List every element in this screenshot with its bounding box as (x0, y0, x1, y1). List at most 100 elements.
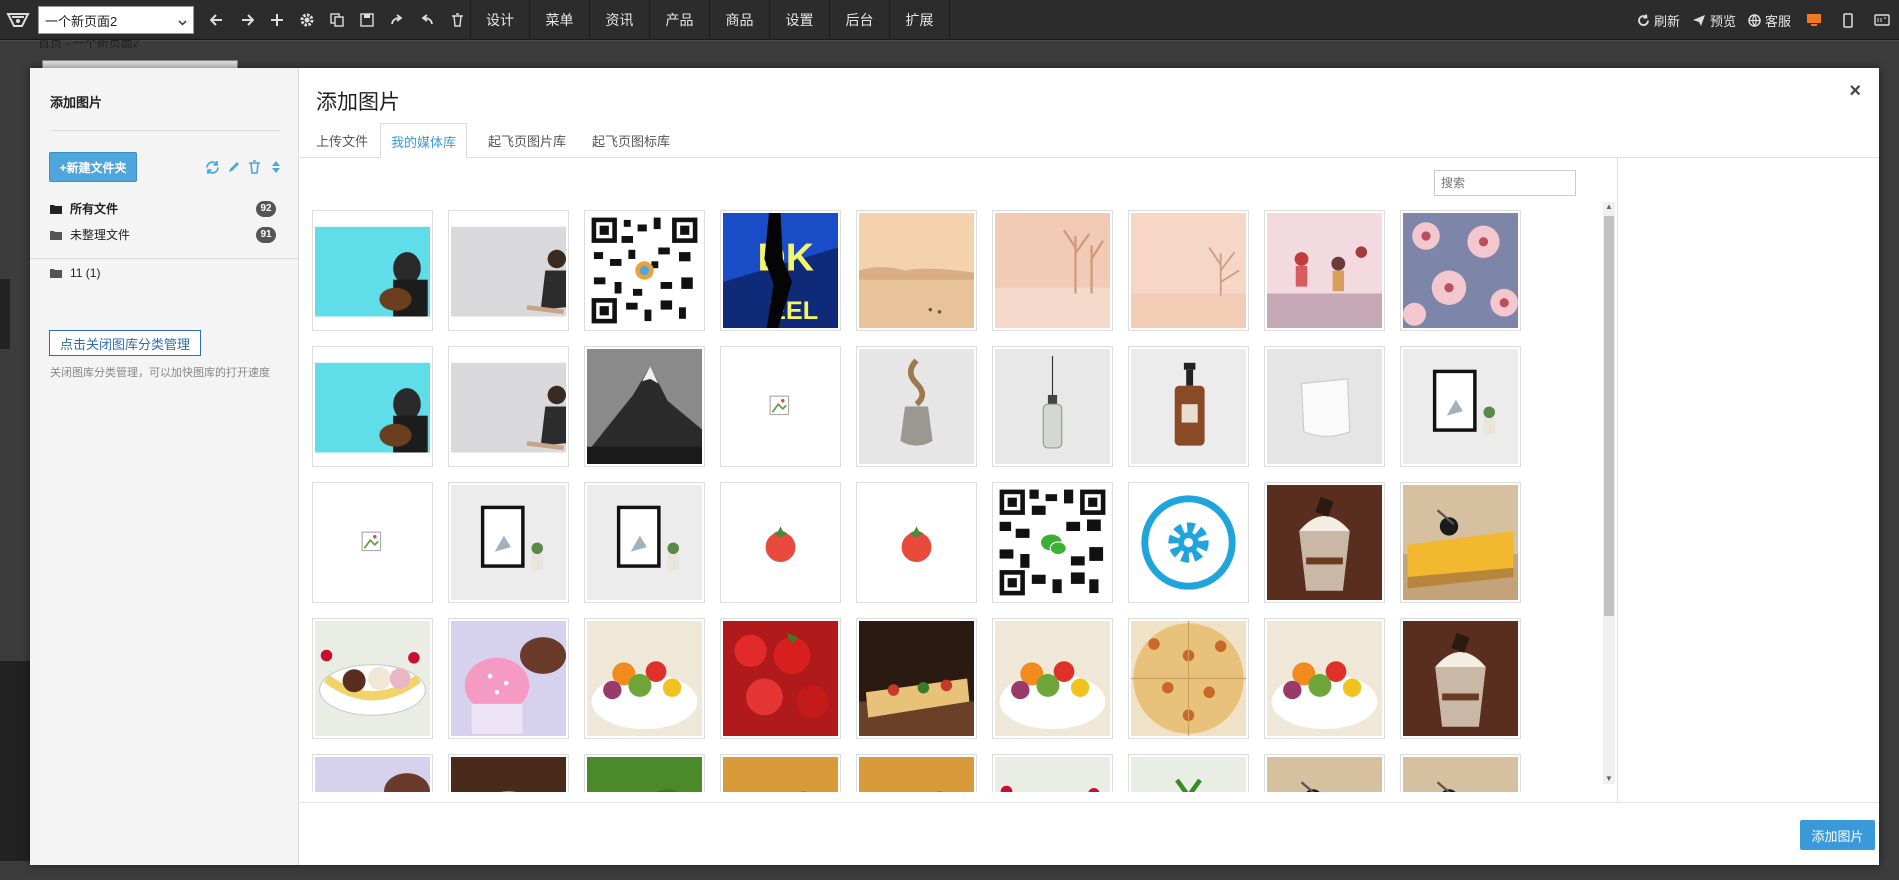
save-icon[interactable] (352, 0, 382, 40)
salad-image (587, 621, 702, 736)
media-thumbnail[interactable] (1264, 346, 1385, 467)
tab-upload[interactable]: 上传文件 (306, 123, 378, 158)
media-thumbnail[interactable] (720, 482, 841, 603)
media-thumbnail[interactable] (992, 346, 1113, 467)
menu-backend[interactable]: 后台 (830, 0, 890, 40)
folder-unsorted[interactable]: 未整理文件 91 (50, 226, 288, 243)
trash-icon[interactable] (246, 158, 263, 176)
redo-icon[interactable] (382, 0, 412, 40)
media-thumbnail[interactable] (856, 754, 977, 792)
media-thumbnail[interactable] (856, 618, 977, 739)
media-thumbnail[interactable] (448, 346, 569, 467)
mobile-icon[interactable] (1831, 0, 1865, 40)
new-folder-button[interactable]: +新建文件夹 (49, 152, 137, 182)
gear-icon[interactable] (292, 0, 322, 40)
media-thumbnail[interactable] (1128, 482, 1249, 603)
media-thumbnail[interactable] (992, 210, 1113, 331)
folder-all-files[interactable]: 所有文件 92 (50, 200, 288, 217)
scrollbar-thumb[interactable] (1604, 216, 1614, 616)
page-select[interactable]: 一个新页面2 (38, 6, 194, 34)
media-thumbnail[interactable] (1400, 210, 1521, 331)
sort-icon[interactable] (267, 158, 284, 176)
scroll-down-arrow[interactable]: ▼ (1604, 774, 1614, 784)
media-thumbnail[interactable] (1264, 618, 1385, 739)
refresh-button[interactable]: 刷新 (1631, 0, 1686, 40)
add-image-button[interactable]: 添加图片 (1800, 820, 1875, 850)
media-thumbnail[interactable] (448, 618, 569, 739)
undo-icon[interactable] (412, 0, 442, 40)
send-icon (1692, 14, 1705, 26)
copy-icon[interactable] (322, 0, 352, 40)
media-thumbnail[interactable] (312, 618, 433, 739)
preview-button[interactable]: 预览 (1686, 0, 1742, 40)
logo-icon[interactable] (0, 0, 36, 40)
media-thumbnail[interactable] (584, 754, 705, 792)
media-thumbnail[interactable] (1264, 482, 1385, 603)
folder-label: 11 (1) (70, 266, 101, 280)
media-thumbnail[interactable] (312, 754, 433, 792)
close-category-button[interactable]: 点击关闭图库分类管理 (49, 330, 201, 356)
media-thumbnail[interactable] (992, 754, 1113, 792)
media-thumbnail[interactable] (992, 618, 1113, 739)
media-thumbnail[interactable] (720, 346, 841, 467)
media-thumbnail[interactable]: DK EEL (720, 210, 841, 331)
media-thumbnail[interactable] (1264, 754, 1385, 792)
refresh-icon[interactable] (204, 158, 221, 176)
menu-product[interactable]: 产品 (650, 0, 710, 40)
media-thumbnail[interactable] (312, 346, 433, 467)
tab-media-library[interactable]: 我的媒体库 (380, 123, 468, 159)
media-thumbnail[interactable] (720, 754, 841, 792)
media-thumbnail[interactable] (1400, 754, 1521, 792)
pad-icon[interactable] (1865, 0, 1899, 40)
tab-qifeiye-icons[interactable]: 起飞页图标库 (582, 123, 680, 158)
tab-qifeiye-images[interactable]: 起飞页图片库 (478, 123, 576, 158)
menu-extend[interactable]: 扩展 (890, 0, 950, 40)
media-thumbnail[interactable] (312, 210, 433, 331)
scrollbar[interactable]: ▲ ▼ (1603, 202, 1615, 784)
media-thumbnail[interactable] (584, 210, 705, 331)
media-thumbnail[interactable] (720, 618, 841, 739)
desktop-icon[interactable] (1797, 0, 1831, 40)
top-toolbar: 一个新页面2 设计 菜单 资讯 产品 商品 设置 后台 扩展 刷新 预览 客服 (0, 0, 1899, 40)
plus-icon[interactable] (262, 0, 292, 40)
service-button[interactable]: 客服 (1742, 0, 1797, 40)
media-thumbnail[interactable] (992, 482, 1113, 603)
media-thumbnail[interactable] (1128, 618, 1249, 739)
media-thumbnail[interactable] (448, 482, 569, 603)
media-thumbnail[interactable] (448, 754, 569, 792)
qr-code-image (587, 213, 702, 328)
media-thumbnail[interactable] (1128, 346, 1249, 467)
menu-menu[interactable]: 菜单 (530, 0, 590, 40)
close-button[interactable]: × (1849, 80, 1861, 103)
menu-design[interactable]: 设计 (470, 0, 530, 40)
scroll-up-arrow[interactable]: ▲ (1604, 202, 1614, 212)
menu-goods[interactable]: 商品 (710, 0, 770, 40)
menu-settings[interactable]: 设置 (770, 0, 830, 40)
folder-user[interactable]: 11 (1) (50, 266, 100, 280)
media-thumbnail[interactable] (584, 618, 705, 739)
menu-news[interactable]: 资讯 (590, 0, 650, 40)
forward-arrow-icon[interactable] (232, 0, 262, 40)
page-select-value: 一个新页面2 (45, 13, 118, 29)
media-thumbnail[interactable] (1128, 210, 1249, 331)
service-label: 客服 (1764, 13, 1791, 29)
edit-icon[interactable] (225, 158, 242, 176)
media-thumbnail[interactable] (1400, 482, 1521, 603)
media-thumbnail[interactable] (856, 210, 977, 331)
divider (300, 802, 1879, 803)
media-thumbnail[interactable] (584, 346, 705, 467)
media-thumbnail[interactable] (1400, 618, 1521, 739)
side-handle[interactable] (0, 279, 10, 349)
media-grid-viewport: DK EEL (300, 210, 1606, 792)
media-thumbnail[interactable] (1264, 210, 1385, 331)
media-thumbnail[interactable] (1400, 346, 1521, 467)
mountain-bw-image (587, 349, 702, 464)
back-arrow-icon[interactable] (202, 0, 232, 40)
media-thumbnail[interactable] (312, 482, 433, 603)
media-thumbnail[interactable] (1128, 754, 1249, 792)
media-thumbnail[interactable] (448, 210, 569, 331)
media-thumbnail[interactable] (856, 346, 977, 467)
media-thumbnail[interactable] (856, 482, 977, 603)
trash-icon[interactable] (442, 0, 472, 40)
media-thumbnail[interactable] (584, 482, 705, 603)
